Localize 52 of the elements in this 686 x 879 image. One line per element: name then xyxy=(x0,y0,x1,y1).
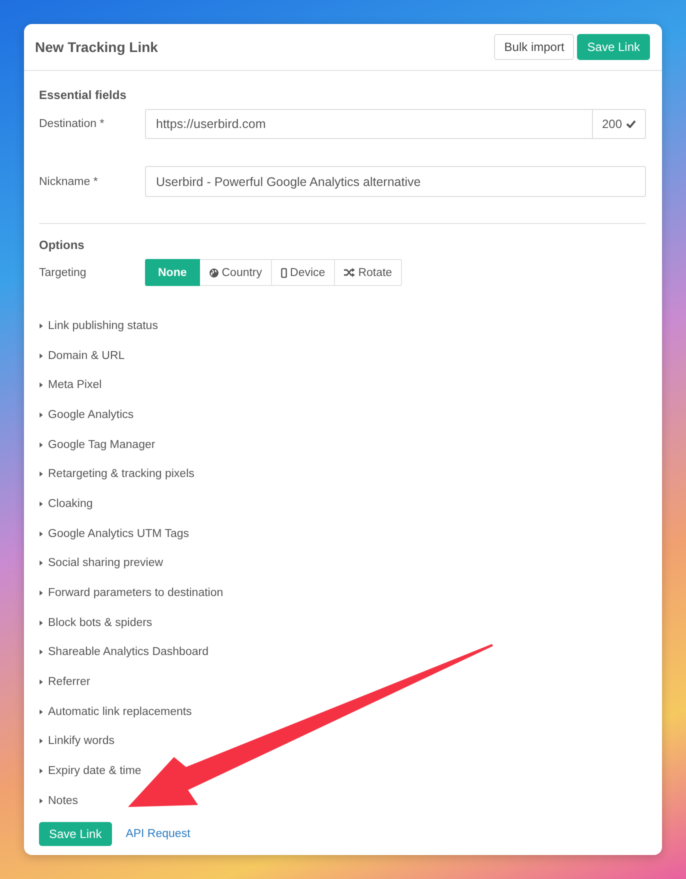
collapsible-section[interactable]: Google Analytics UTM Tags xyxy=(39,518,190,548)
caret-icon xyxy=(39,618,44,627)
collapsible-section[interactable]: Shareable Analytics Dashboard xyxy=(39,638,208,668)
caret-icon xyxy=(39,737,44,746)
nickname-field[interactable]: Userbird - Powerful Google Analytics alternative xyxy=(145,166,646,197)
caret-icon xyxy=(39,410,44,419)
caret-icon xyxy=(39,352,44,360)
field-label: Nickname * xyxy=(39,176,99,188)
caret-icon xyxy=(39,559,44,568)
collapsible-section[interactable]: Link publishing status xyxy=(39,311,158,341)
section-heading: Options xyxy=(39,238,86,252)
field-label: Destination * xyxy=(39,118,106,130)
caret-icon xyxy=(39,767,44,776)
destination-field[interactable]: https://userbird.com xyxy=(145,109,593,139)
collapsible-section[interactable]: Forward parameters to destination xyxy=(39,578,224,608)
caret-icon xyxy=(39,678,44,686)
collapsible-section[interactable]: Expiry date & time xyxy=(39,756,142,786)
targeting-tab[interactable]: Device xyxy=(272,259,336,286)
checkmark-icon xyxy=(626,120,636,128)
caret-icon xyxy=(39,381,44,390)
section-heading: Essential fields xyxy=(39,88,128,102)
dialog-title: New Tracking Link xyxy=(35,39,158,55)
collapsible-section[interactable]: Meta Pixel xyxy=(39,370,102,400)
caret-icon xyxy=(39,530,44,538)
field-label: Targeting xyxy=(39,266,88,278)
targeting-tab[interactable]: Rotate xyxy=(335,259,402,286)
caret-icon xyxy=(39,470,44,478)
collapsible-section[interactable]: Automatic link replacements xyxy=(39,696,192,727)
caret-icon xyxy=(39,500,44,508)
phone-icon xyxy=(281,268,288,278)
caret-icon xyxy=(39,708,44,716)
bulk-import-button[interactable]: Bulk import xyxy=(494,34,574,60)
collapsible-section[interactable]: Domain & URL xyxy=(39,340,125,370)
collapsible-section[interactable]: Cloaking xyxy=(39,489,93,519)
collapsible-section[interactable]: Retargeting & tracking pixels xyxy=(39,459,194,490)
collapsible-section[interactable]: Google Analytics xyxy=(39,400,134,430)
caret-icon xyxy=(39,322,44,330)
caret-icon xyxy=(39,440,44,449)
shuffle-icon xyxy=(344,268,356,277)
caret-icon xyxy=(39,648,44,656)
collapsible-section[interactable]: Linkify words xyxy=(39,726,114,756)
collapsible-section[interactable]: Notes xyxy=(39,786,78,816)
api-request-link[interactable]: API Request xyxy=(126,828,190,840)
caret-icon xyxy=(39,589,44,598)
collapsible-section[interactable]: Social sharing preview xyxy=(39,548,164,578)
targeting-tab[interactable]: Country xyxy=(200,259,272,286)
collapsible-section[interactable]: Referrer xyxy=(39,667,90,697)
caret-icon xyxy=(39,796,44,805)
collapsible-section[interactable]: Google Tag Manager xyxy=(39,430,156,460)
status-code: 200 xyxy=(602,117,622,131)
globe-icon xyxy=(208,268,219,278)
collapsible-section[interactable]: Block bots & spiders xyxy=(39,608,152,638)
